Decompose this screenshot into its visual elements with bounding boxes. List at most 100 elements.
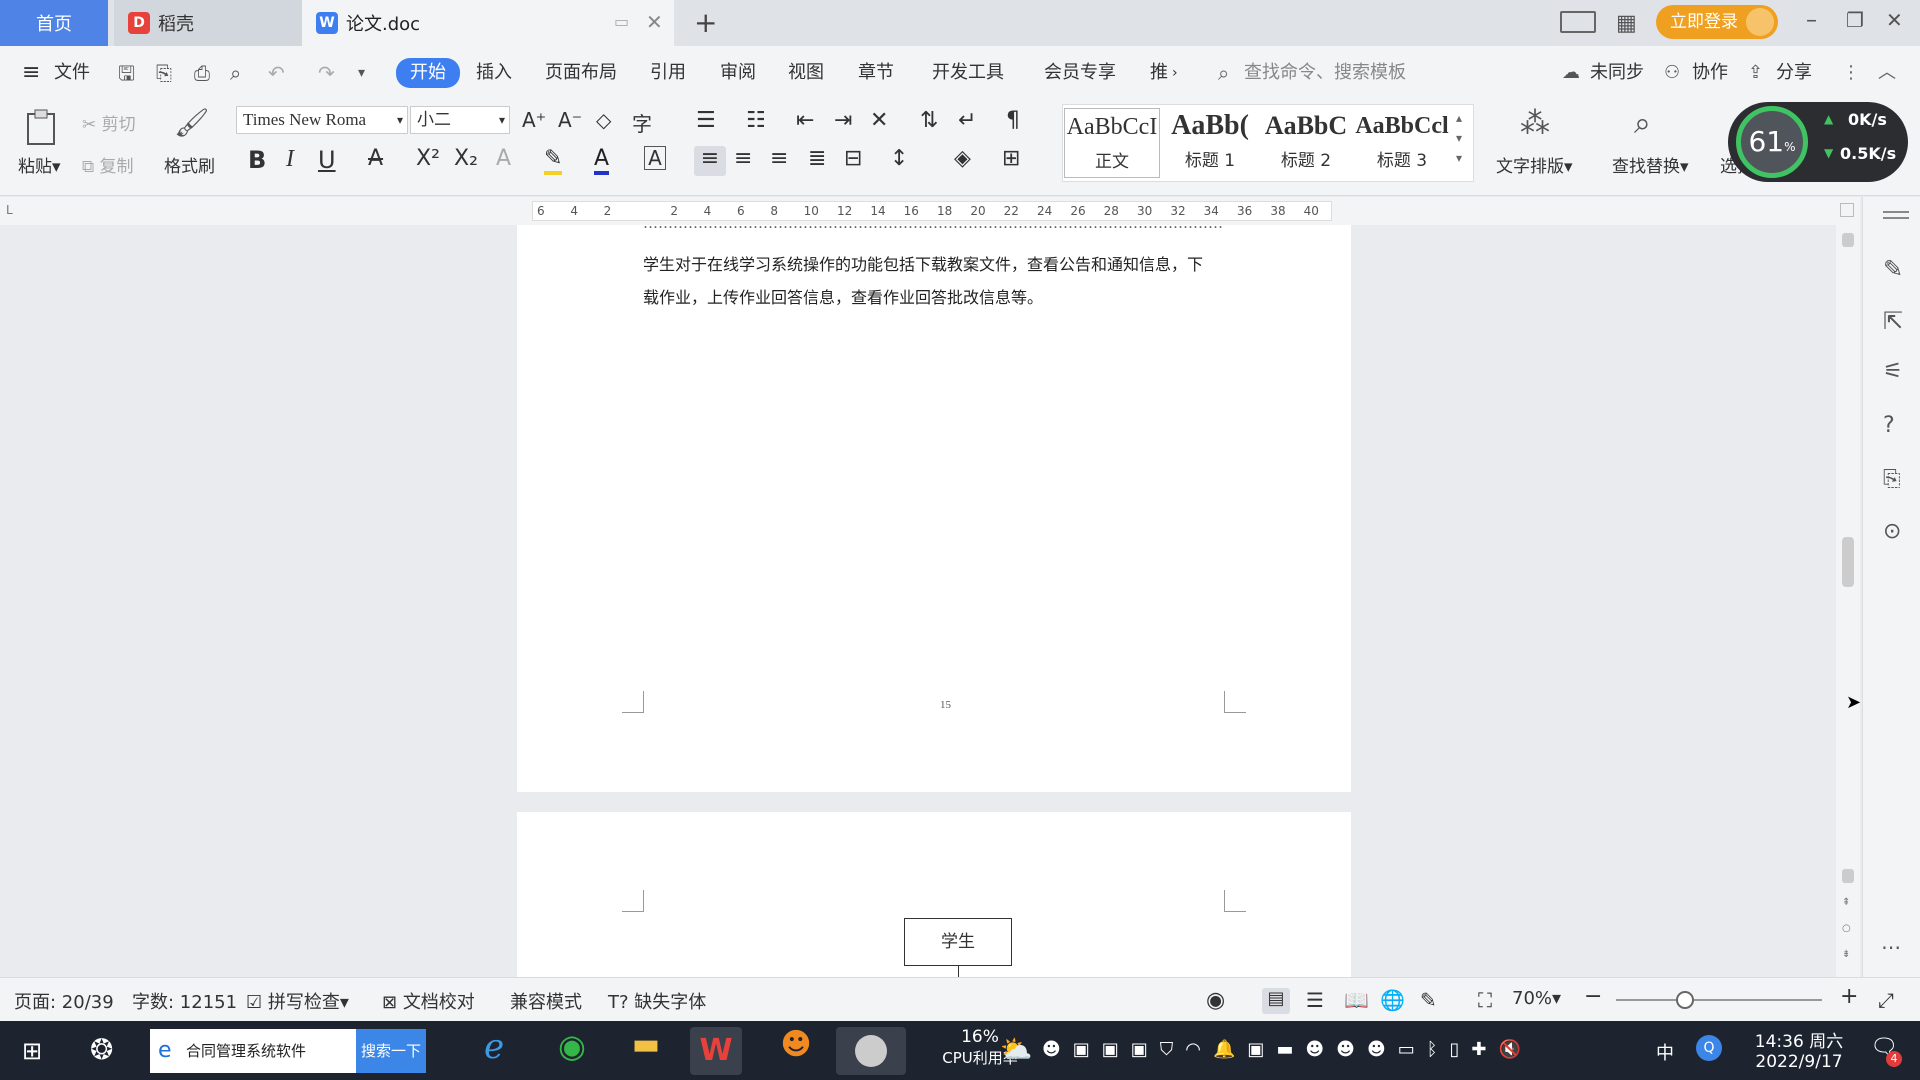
save-icon[interactable]: 🖫 (118, 46, 135, 100)
bold-icon[interactable]: B (248, 146, 266, 174)
sign-icon[interactable]: ⎘ (1883, 467, 1901, 492)
vertical-scrollbar[interactable]: ⇞ ○ ⇟ (1836, 197, 1860, 977)
body-paragraph-line-2[interactable]: 载作业，上传作业回答信息，查看作业回答批改信息等。 (643, 282, 1043, 314)
scroll-down-button[interactable] (1842, 869, 1854, 883)
menu-references[interactable]: 引用 (650, 46, 686, 100)
text-layout-icon[interactable]: ⁂ (1520, 106, 1550, 141)
taskbar-search-button[interactable]: 搜索一下 (356, 1029, 426, 1073)
page-indicator[interactable]: 页面: 20/39 (14, 988, 114, 1014)
collab-button[interactable]: 协作 (1692, 46, 1728, 100)
align-right-icon[interactable]: ≡ (770, 146, 788, 171)
format-painter-button[interactable]: 格式刷 (164, 152, 215, 177)
decrease-indent-icon[interactable]: ⇤ (796, 108, 814, 133)
menu-chapter[interactable]: 章节 (858, 46, 894, 100)
eye-protect-icon[interactable]: ◉ (1206, 988, 1225, 1013)
show-marks-icon[interactable]: ¶ (1006, 108, 1020, 133)
missing-font-button[interactable]: T? 缺失字体 (608, 988, 706, 1014)
tab-document[interactable]: W 论文.doc ▭ ✕ (302, 0, 674, 46)
shading-icon[interactable]: ◈ (954, 146, 971, 171)
clock[interactable]: 14:36 周六 2022/9/17 (1746, 1027, 1852, 1072)
fullscreen-icon[interactable]: ⤢ (1878, 988, 1894, 1012)
zoom-out-icon[interactable]: − (1584, 984, 1602, 1009)
doc-proof-button[interactable]: ⊠ 文档校对 (382, 988, 475, 1014)
text-effect-icon[interactable]: A (496, 146, 511, 171)
more-dots-icon[interactable]: ⋯ (1881, 935, 1901, 959)
menu-page-layout[interactable]: 页面布局 (545, 46, 617, 100)
select-browse-icon[interactable]: ○ (1842, 923, 1851, 934)
style-heading2[interactable]: AaBbC 标题 2 (1258, 108, 1354, 178)
menu-recommend[interactable]: 推 (1150, 46, 1168, 100)
justify-icon[interactable]: ≣ (808, 146, 826, 171)
menu-review[interactable]: 审阅 (720, 46, 756, 100)
scrollbar-thumb[interactable] (1842, 537, 1854, 587)
word-count[interactable]: 字数: 12151 (132, 988, 237, 1014)
ruler-scale[interactable]: 6 4 2 2 4 6 8 10 12 14 16 18 20 22 24 26 28 30 32 34 36 38 40 (532, 201, 1332, 221)
cut-button[interactable]: ✂ 剪切 (82, 110, 136, 135)
italic-icon[interactable]: I (286, 146, 294, 173)
collapse-ribbon-icon[interactable]: ︿ (1878, 46, 1896, 100)
menu-member[interactable]: 会员专享 (1044, 46, 1116, 100)
paste-button[interactable]: 粘贴▾ (18, 152, 61, 177)
restore-icon[interactable]: ❐ (1846, 8, 1864, 32)
paste-icon[interactable] (22, 108, 62, 148)
backup-icon[interactable]: ⊙ (1883, 519, 1901, 544)
find-replace-icon[interactable]: ⌕ (1634, 106, 1651, 141)
shrink-font-icon[interactable]: A⁻ (558, 108, 582, 132)
reading-view-icon[interactable]: 📖 (1344, 988, 1369, 1012)
sort-icon[interactable]: ⇅ (920, 108, 938, 133)
phonetic-guide-icon[interactable]: 字 (632, 108, 652, 137)
login-button[interactable]: 立即登录 (1656, 5, 1778, 39)
page-view-icon[interactable]: ▤ (1262, 988, 1290, 1014)
taskbar-search-input[interactable]: e 合同管理系统软件 (150, 1029, 356, 1073)
outline-view-icon[interactable]: ☰ (1306, 988, 1324, 1012)
scroll-up-button[interactable] (1842, 233, 1854, 247)
menu-more-chevron-icon[interactable]: › (1172, 46, 1178, 100)
underline-icon[interactable]: U (318, 146, 336, 174)
char-border-icon[interactable]: A (644, 146, 666, 170)
recorder-app-icon[interactable]: ☻ (770, 1027, 822, 1075)
app-launcher-icon[interactable]: ❂ (90, 1033, 113, 1066)
web-view-icon[interactable]: 🌐 (1380, 988, 1405, 1012)
clear-format-icon[interactable]: ◇ (596, 108, 611, 132)
weather-icon[interactable]: ⛅ (1000, 1035, 1032, 1065)
adjust-icon[interactable]: ⚟ (1883, 359, 1903, 384)
export-icon[interactable]: ⎘ (156, 46, 172, 100)
share-button[interactable]: 分享 (1776, 46, 1812, 100)
command-search-input[interactable]: 查找命令、搜索模板 (1244, 46, 1406, 100)
windows-start-icon[interactable]: ⊞ (22, 1037, 42, 1065)
pointer-icon[interactable]: ⇱ (1883, 307, 1903, 335)
spell-check-button[interactable]: ☑ 拼写检查▾ (246, 988, 349, 1014)
copy-button[interactable]: ⧉ 复制 (82, 152, 134, 177)
browser-360-icon[interactable]: ◉ (546, 1027, 598, 1075)
body-paragraph-line-1[interactable]: 学生对于在线学习系统操作的功能包括下载教案文件，查看公告和通知信息，下 (643, 249, 1203, 281)
qq-tray-icon[interactable]: Q (1696, 1035, 1722, 1061)
net-speed-widget[interactable]: 61% ▲ 0K/s ▼ 0.5K/s (1728, 102, 1908, 182)
print-icon[interactable]: ⎙ (194, 46, 210, 100)
write-mode-icon[interactable]: ✎ (1420, 988, 1437, 1012)
style-heading3[interactable]: AaBbCcl 标题 3 (1354, 108, 1450, 178)
minimize-icon[interactable]: – (1806, 8, 1817, 33)
line-spacing-icon[interactable]: ↕ (890, 146, 908, 171)
more-vertical-icon[interactable]: ⋮ (1842, 46, 1860, 100)
zoom-slider-track[interactable] (1616, 999, 1822, 1001)
wps-taskbar-icon[interactable]: W (690, 1027, 742, 1075)
undo-icon[interactable]: ↶ (268, 46, 285, 100)
tab-daoke[interactable]: D 稻壳 (114, 0, 302, 46)
align-center-icon[interactable]: ≡ (734, 146, 752, 171)
style-gallery-scroll-icon[interactable]: ▴ ▾ ▾ (1456, 108, 1462, 168)
ie-browser-icon[interactable]: ℯ (468, 1027, 520, 1075)
monitor-icon[interactable]: ▭ (614, 12, 629, 31)
font-size-select[interactable]: 小二 ▾ (410, 106, 510, 134)
increase-indent-icon[interactable]: ⇥ (834, 108, 852, 133)
distributed-align-icon[interactable]: ⊟ (844, 146, 862, 171)
zoom-select[interactable]: 70%▾ (1512, 988, 1561, 1009)
apps-grid-icon[interactable]: ▦ (1616, 11, 1637, 36)
align-left-icon[interactable]: ≡ (694, 146, 726, 176)
redo-icon[interactable]: ↷ (318, 46, 335, 100)
fit-page-icon[interactable]: ⛶ (1478, 988, 1492, 1012)
numbered-list-icon[interactable]: ☷ (746, 108, 766, 133)
subscript-icon[interactable]: X₂ (454, 146, 478, 171)
grow-font-icon[interactable]: A⁺ (522, 108, 546, 132)
diagram-box-student[interactable]: 学生 (904, 918, 1012, 966)
superscript-icon[interactable]: X² (416, 146, 440, 171)
